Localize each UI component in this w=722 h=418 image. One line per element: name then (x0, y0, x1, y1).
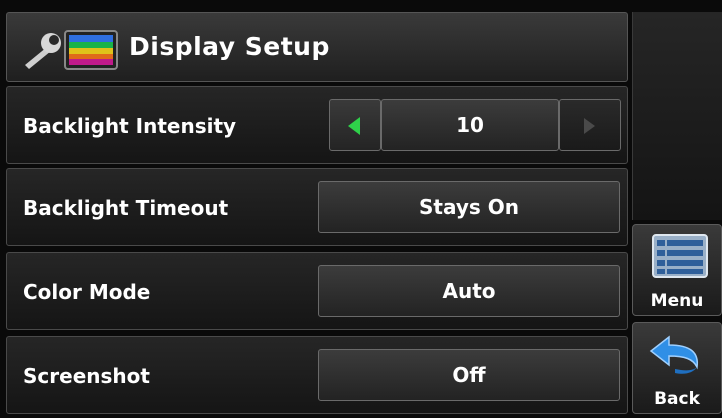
display-setup-screen: Display Setup Backlight Intensity 10 Bac… (0, 0, 722, 418)
color-mode-label: Color Mode (23, 280, 151, 304)
backlight-timeout-label: Backlight Timeout (23, 196, 229, 220)
backlight-timeout-button[interactable]: Stays On (318, 181, 620, 233)
row-backlight-timeout: Backlight Timeout Stays On (6, 168, 628, 246)
backlight-intensity-value[interactable]: 10 (381, 99, 559, 151)
back-button[interactable]: Back (632, 322, 722, 414)
back-arrow-icon (649, 335, 699, 374)
screenshot-button[interactable]: Off (318, 349, 620, 401)
row-color-mode: Color Mode Auto (6, 252, 628, 330)
tools-display-icon (25, 30, 118, 70)
title-bar: Display Setup (6, 12, 628, 82)
decrease-button[interactable] (329, 99, 381, 151)
page-title: Display Setup (129, 32, 330, 61)
backlight-intensity-stepper: 10 (329, 99, 621, 151)
row-backlight-intensity: Backlight Intensity 10 (6, 86, 628, 164)
side-panel (632, 12, 722, 220)
menu-button-label: Menu (650, 291, 704, 311)
back-button-label: Back (654, 389, 700, 409)
screenshot-label: Screenshot (23, 364, 150, 388)
increase-button[interactable] (559, 99, 621, 151)
left-arrow-icon (348, 117, 360, 135)
right-arrow-icon (584, 118, 595, 134)
backlight-intensity-label: Backlight Intensity (23, 114, 237, 138)
color-mode-button[interactable]: Auto (318, 265, 620, 317)
menu-list-icon (652, 234, 708, 278)
row-screenshot: Screenshot Off (6, 336, 628, 414)
menu-button[interactable]: Menu (632, 224, 722, 316)
